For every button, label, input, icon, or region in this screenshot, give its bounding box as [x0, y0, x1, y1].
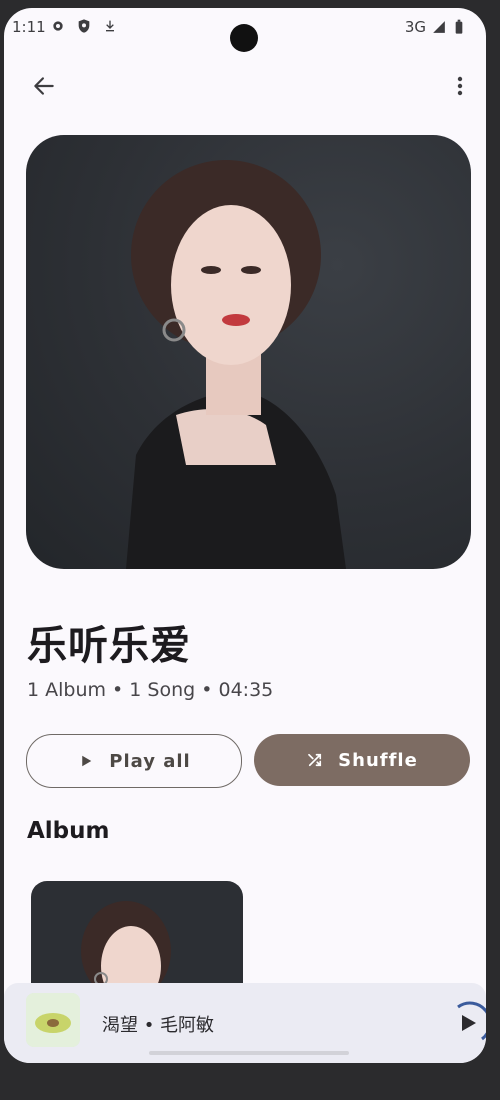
shuffle-button[interactable]: Shuffle	[254, 734, 470, 786]
home-indicator[interactable]	[149, 1051, 349, 1055]
download-icon	[106, 20, 114, 32]
screen: 1:11 3G 乐听乐爱 1 Album • 1 Song • 04:35 Pl…	[4, 8, 486, 1063]
shuffle-label: Shuffle	[338, 749, 418, 771]
status-time: 1:11	[12, 18, 46, 36]
play-all-label: Play all	[109, 750, 191, 772]
play-all-button[interactable]: Play all	[26, 734, 242, 788]
artist-portrait-illustration	[126, 160, 346, 569]
status-bar: 1:11 3G	[4, 8, 486, 52]
more-vert-icon	[457, 76, 463, 96]
settings-icon	[53, 21, 63, 31]
play-icon	[82, 755, 92, 767]
network-type: 3G	[404, 18, 426, 36]
device-frame: 1:11 3G 乐听乐爱 1 Album • 1 Song • 04:35 Pl…	[0, 0, 500, 1100]
back-button[interactable]	[26, 68, 62, 104]
artist-meta: 1 Album • 1 Song • 04:35	[27, 679, 274, 701]
album-thumbnail-illustration	[26, 993, 80, 1047]
signal-icon	[433, 21, 445, 33]
album-section-title: Album	[27, 818, 110, 844]
artist-name: 乐听乐爱	[27, 623, 191, 669]
status-right: 3G	[405, 18, 466, 36]
shield-icon	[78, 19, 90, 33]
mini-player-play-button[interactable]	[448, 1001, 486, 1045]
more-options-button[interactable]	[442, 68, 478, 104]
status-icons	[50, 18, 118, 34]
artist-image	[26, 135, 471, 569]
battery-icon	[455, 19, 463, 34]
play-icon	[457, 1001, 486, 1041]
front-camera	[230, 24, 258, 52]
mini-player-thumbnail[interactable]	[26, 993, 80, 1047]
mini-player-title: 渴望 • 毛阿敏	[102, 1015, 215, 1036]
shuffle-icon	[308, 753, 322, 767]
arrow-back-icon	[34, 77, 54, 95]
